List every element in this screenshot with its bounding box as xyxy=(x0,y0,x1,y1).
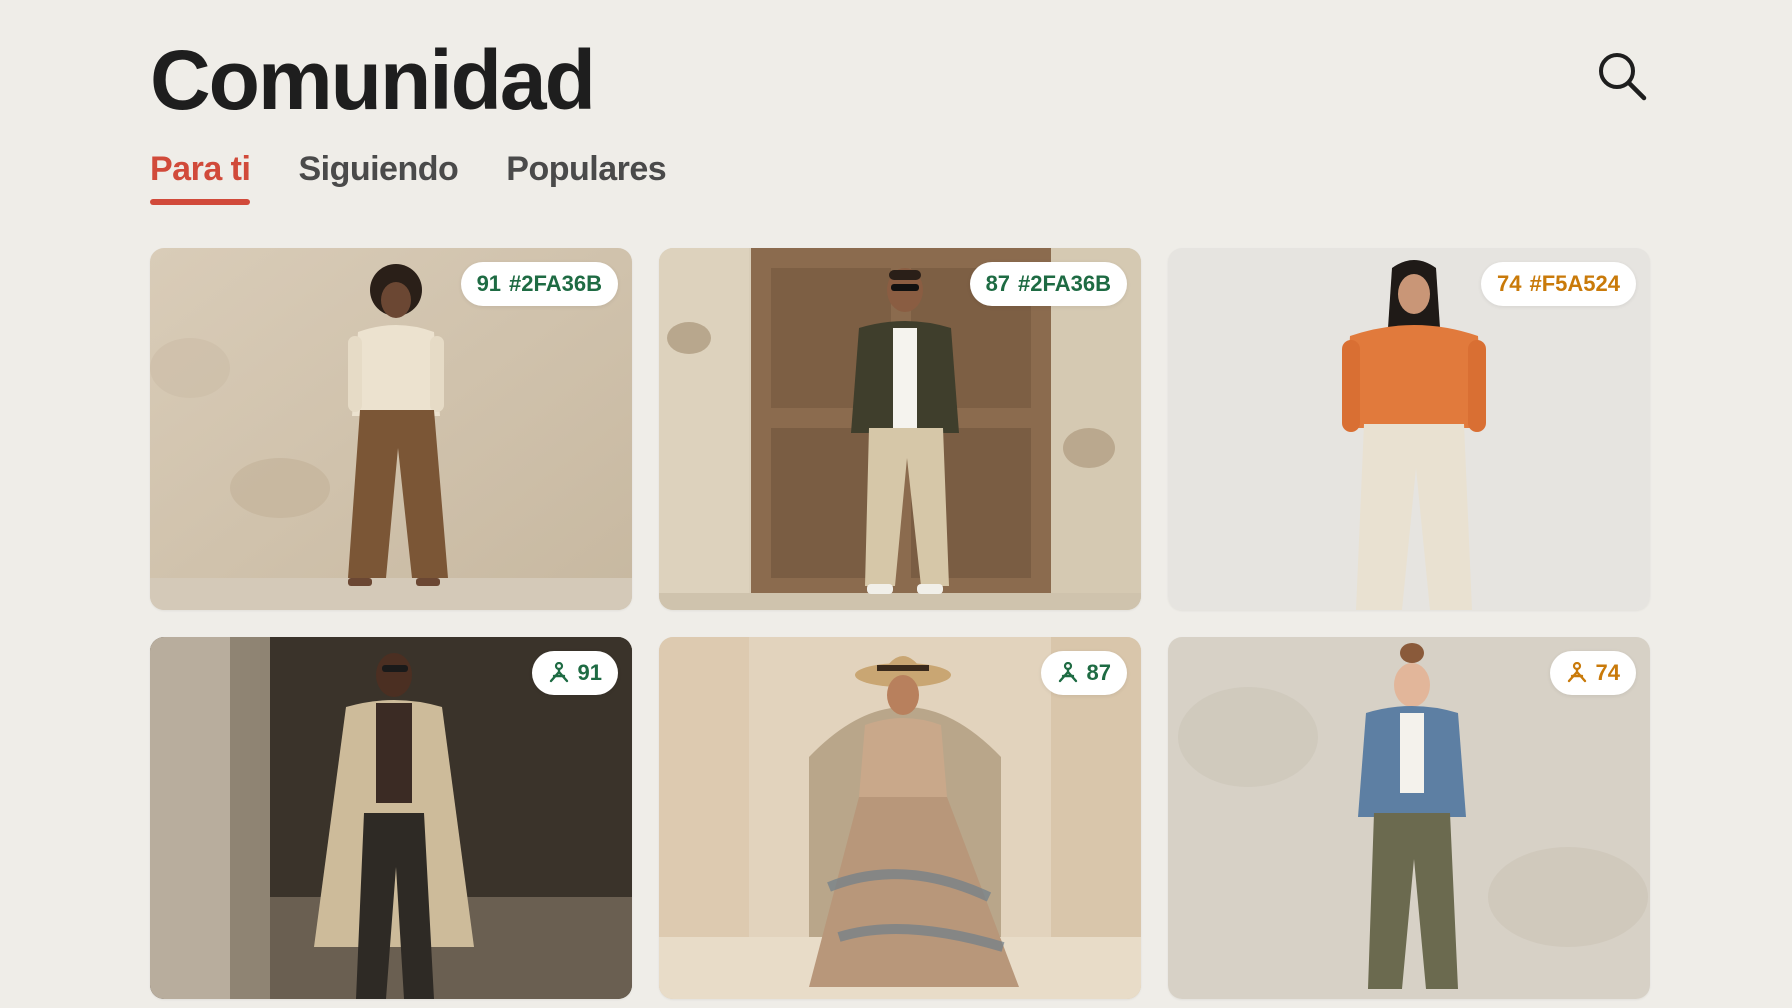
app-root: Comunidad Para ti Siguiendo Populares 91… xyxy=(0,0,1792,1008)
post-card[interactable]: 87 xyxy=(659,637,1141,999)
score-badge: 87 xyxy=(1040,651,1127,695)
score-value: 74 xyxy=(1497,271,1522,296)
tab-siguiendo[interactable]: Siguiendo xyxy=(298,150,458,205)
tab-para-ti[interactable]: Para ti xyxy=(150,150,251,205)
color-code: #F5A524 xyxy=(1529,271,1620,296)
page-title: Comunidad xyxy=(150,33,596,127)
score-value: 91 xyxy=(577,660,602,685)
search-icon xyxy=(1599,53,1647,101)
score-value: 74 xyxy=(1595,660,1620,685)
score-value: 87 xyxy=(1086,660,1111,685)
score-badge: 74 xyxy=(1549,651,1636,695)
hanger-icon xyxy=(549,662,568,683)
color-code: #2FA36B xyxy=(1018,271,1111,296)
hanger-icon xyxy=(1058,662,1077,683)
score-value: 87 xyxy=(985,271,1011,296)
header: Comunidad xyxy=(150,28,1650,128)
hanger-icon xyxy=(1567,662,1586,683)
tab-bar: Para ti Siguiendo Populares xyxy=(150,150,667,205)
color-code: #2FA36B xyxy=(509,271,602,296)
post-card[interactable]: 74 #F5A524 xyxy=(1168,248,1650,610)
search-button[interactable] xyxy=(1594,48,1650,104)
post-card[interactable]: 87 #2FA36B xyxy=(659,248,1141,610)
score-badge: 91 xyxy=(531,651,618,695)
score-badge: 87 #2FA36B xyxy=(969,262,1127,306)
post-card[interactable]: 91 #2FA36B xyxy=(150,248,632,610)
tab-populares[interactable]: Populares xyxy=(506,150,666,205)
score-badge: 74 #F5A524 xyxy=(1481,262,1636,306)
score-badge: 91 #2FA36B xyxy=(460,262,618,306)
post-grid: 91 #2FA36B 87 #2FA36B 74 #F5A524 91 87 7… xyxy=(150,248,1650,999)
post-card[interactable]: 74 xyxy=(1168,637,1650,999)
score-value: 91 xyxy=(476,271,502,296)
post-card[interactable]: 91 xyxy=(150,637,632,999)
